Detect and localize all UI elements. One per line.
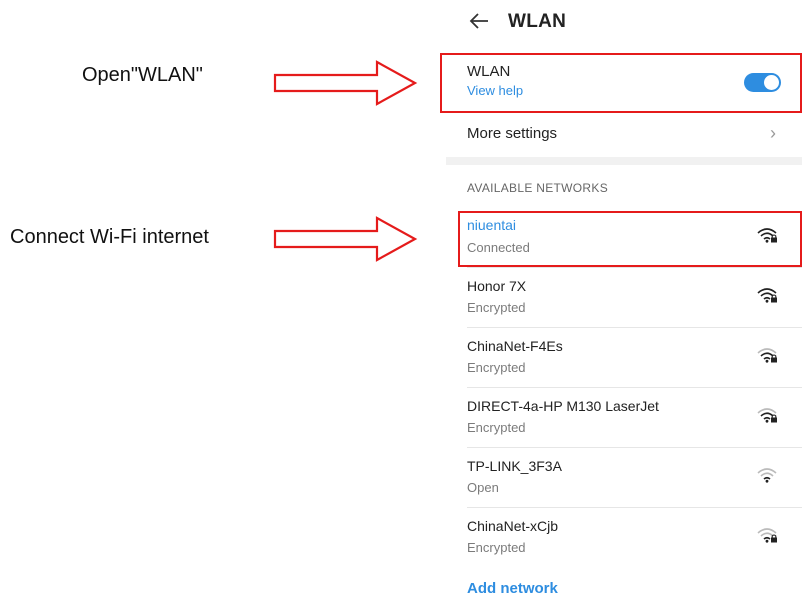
more-settings-label: More settings [467,125,558,142]
wifi-icon [757,468,777,483]
network-name: DIRECT-4a-HP M130 LaserJet [467,398,659,414]
wifi-locked-icon [757,348,777,363]
network-name: TP-LINK_3F3A [467,458,562,474]
wifi-locked-icon [757,408,777,423]
network-item-direct-hp[interactable]: DIRECT-4a-HP M130 LaserJet Encrypted [446,388,802,448]
red-arrow-icon [273,60,418,106]
add-network-button[interactable]: Add network [467,580,558,597]
wifi-locked-icon [757,288,777,303]
network-item-chinanet-xcjb[interactable]: ChinaNet-xCjb Encrypted [446,508,802,568]
annotation-open-wlan: Open"WLAN" [82,64,203,86]
network-item-honor-7x[interactable]: Honor 7X Encrypted [446,268,802,328]
chevron-right-icon: › [770,123,776,143]
network-status: Encrypted [467,300,526,315]
wlan-settings-panel: WLAN WLAN View help More settings › AVAI… [440,0,802,599]
network-name: Honor 7X [467,278,527,294]
page-title: WLAN [508,11,567,32]
highlight-box-network [458,211,802,267]
network-item-tp-link[interactable]: TP-LINK_3F3A Open [446,448,802,508]
highlight-box-wlan [440,53,802,113]
red-arrow-icon [273,216,418,262]
annotation-connect-wifi: Connect Wi-Fi internet [10,226,209,248]
network-name: ChinaNet-F4Es [467,338,563,354]
network-status: Encrypted [467,420,526,435]
available-networks-header: AVAILABLE NETWORKS [467,181,608,195]
more-settings-row[interactable]: More settings › [446,113,802,155]
network-item-chinanet-f4es[interactable]: ChinaNet-F4Es Encrypted [446,328,802,388]
network-status: Open [467,480,499,495]
wifi-locked-icon [757,528,777,543]
arrow-left-icon[interactable] [468,10,490,32]
network-status: Encrypted [467,360,526,375]
section-separator [446,157,802,165]
top-bar: WLAN [446,0,802,46]
network-name: ChinaNet-xCjb [467,518,559,534]
network-status: Encrypted [467,540,526,555]
